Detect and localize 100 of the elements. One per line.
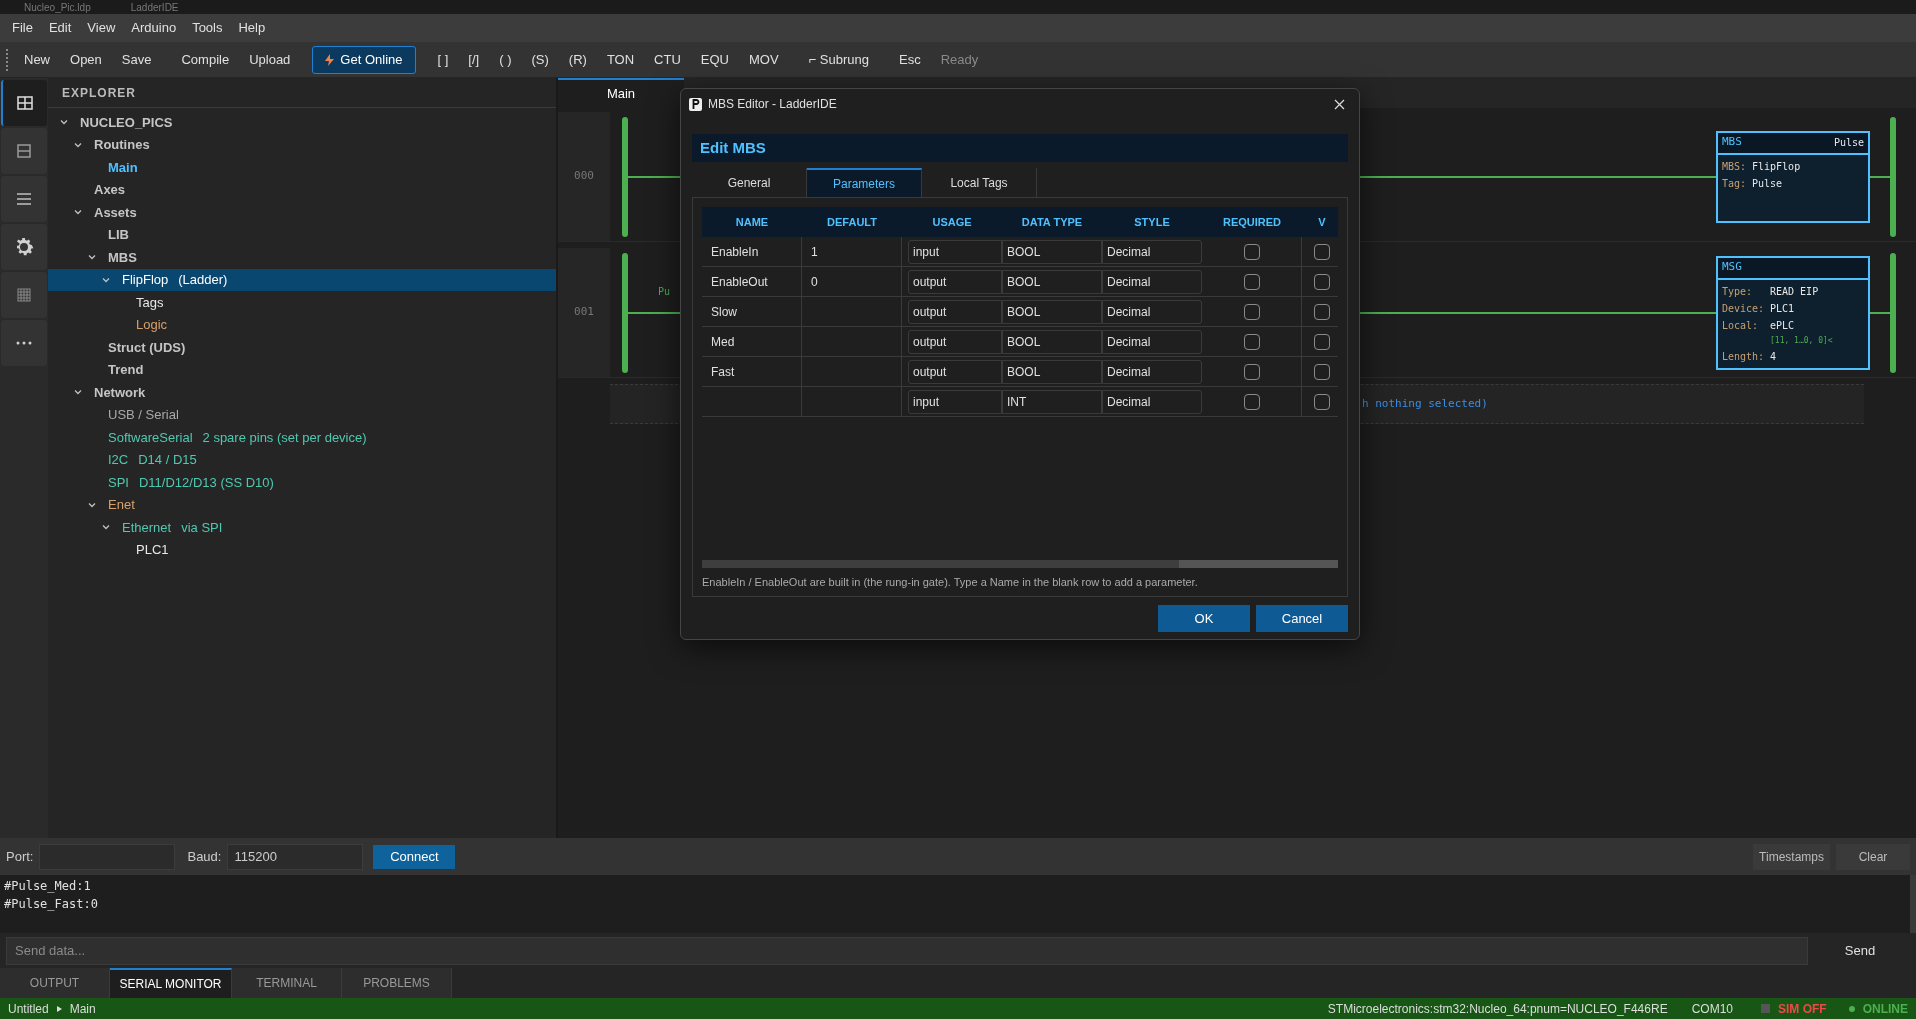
timestamps-button[interactable]: Timestamps — [1753, 843, 1830, 870]
tree-item[interactable]: LIB — [48, 223, 556, 246]
usage-field[interactable]: output — [908, 359, 1002, 384]
data-type-field[interactable]: BOOL — [1002, 359, 1102, 384]
toolbar-button[interactable]: (S) — [523, 45, 557, 74]
send-button[interactable]: Send — [1810, 936, 1910, 965]
checkbox[interactable] — [1243, 393, 1260, 410]
tree-item[interactable]: Struct (UDS) — [48, 336, 556, 359]
usage-field[interactable]: output — [908, 329, 1002, 354]
tree-item[interactable]: SPI D11/D12/D13 (SS D10) — [48, 471, 556, 494]
tree-item[interactable]: Network — [48, 381, 556, 404]
toolbar-button[interactable]: [ ] — [429, 45, 457, 74]
toolbar-button[interactable]: New — [16, 45, 58, 74]
data-type-field[interactable]: BOOL — [1002, 329, 1102, 354]
checkbox[interactable] — [1243, 273, 1260, 290]
baud-field[interactable]: 115200 — [227, 843, 364, 870]
tree-item[interactable]: Tags — [48, 291, 556, 314]
menu-item[interactable]: View — [79, 18, 124, 38]
panel-tab[interactable]: OUTPUT — [0, 968, 110, 998]
checkbox[interactable] — [1314, 333, 1330, 350]
style-field[interactable]: Decimal — [1102, 269, 1202, 294]
menu-item[interactable]: Arduino — [123, 18, 185, 38]
tree-item[interactable]: Main — [48, 156, 556, 179]
tree-label: Enet — [107, 496, 135, 514]
usage-field[interactable]: input — [908, 389, 1002, 414]
menu-item[interactable]: Edit — [40, 18, 80, 38]
panel-tab[interactable]: PROBLEMS — [342, 968, 452, 998]
toolbar-button[interactable]: ( ) — [491, 45, 520, 74]
menu-item[interactable]: File — [4, 18, 41, 38]
panel-tab[interactable]: SERIAL MONITOR — [110, 968, 232, 998]
sim-status: SIM OFF — [1778, 1000, 1827, 1018]
tree-item[interactable]: Trend — [48, 358, 556, 381]
tree-item[interactable]: SoftwareSerial 2 spare pins (set per device) — [48, 426, 556, 449]
tree-item[interactable]: Logic — [48, 313, 556, 336]
panel-tab[interactable]: TERMINAL — [232, 968, 342, 998]
instruction-block[interactable]: MBS Pulse MBS: FlipFlop Tag: Pulse — [1716, 130, 1870, 223]
tree-item[interactable]: MBS — [48, 246, 556, 269]
tree-item[interactable]: NUCLEO_PICS — [48, 111, 556, 134]
style-field[interactable]: Decimal — [1102, 359, 1202, 384]
data-type-field[interactable]: INT — [1002, 389, 1102, 414]
bolt-icon — [325, 53, 335, 66]
checkbox[interactable] — [1314, 273, 1330, 290]
toolbar-button[interactable]: [/] — [460, 45, 488, 74]
usage-field[interactable]: input — [908, 239, 1002, 264]
checkbox[interactable] — [1243, 333, 1260, 350]
connect-button[interactable]: Connect — [373, 844, 456, 869]
style-field[interactable]: Decimal — [1102, 389, 1202, 414]
rung-wire — [1870, 311, 1890, 314]
usage-field[interactable]: output — [908, 299, 1002, 324]
style-field[interactable]: Decimal — [1102, 299, 1202, 324]
tree-item[interactable]: FlipFlop (Ladder) — [48, 268, 556, 291]
usage-field[interactable]: output — [908, 269, 1002, 294]
toolbar-button[interactable]: Compile — [173, 45, 238, 74]
toolbar-button[interactable]: CTU — [646, 45, 689, 74]
toolbar-button[interactable]: ⌐ Subrung — [800, 45, 877, 74]
tree-item[interactable]: Axes — [48, 178, 556, 201]
activity-button[interactable] — [1, 224, 47, 270]
checkbox[interactable] — [1243, 303, 1260, 320]
tree-label: Trend — [107, 361, 144, 379]
toolbar-button[interactable]: Upload — [241, 45, 299, 74]
tree-item[interactable]: Ethernet via SPI — [48, 516, 556, 539]
checkbox[interactable] — [1314, 393, 1330, 410]
toolbar-button[interactable]: Esc — [890, 45, 929, 74]
activity-button[interactable] — [1, 80, 47, 126]
tree-item[interactable]: Enet — [48, 493, 556, 516]
tree-item[interactable]: Routines — [48, 133, 556, 156]
dialog-tab[interactable]: Parameters — [807, 168, 922, 197]
clear-button[interactable]: Clear — [1836, 843, 1910, 870]
toolbar-button[interactable]: (R) — [560, 45, 595, 74]
toolbar-button[interactable]: EQU — [692, 45, 737, 74]
tree-item[interactable]: Assets — [48, 201, 556, 224]
editor-tab[interactable]: Main — [558, 78, 684, 108]
tree-item[interactable]: USB / Serial — [48, 403, 556, 426]
data-type-field[interactable]: BOOL — [1002, 299, 1102, 324]
style-field[interactable]: Decimal — [1102, 329, 1202, 354]
checkbox[interactable] — [1314, 243, 1330, 260]
checkbox[interactable] — [1243, 243, 1260, 260]
toolbar-button[interactable]: Get Online — [312, 45, 416, 74]
menu-item[interactable]: Tools — [184, 18, 231, 38]
drop-hint: h nothing selected) — [1362, 395, 1488, 412]
style-field[interactable]: Decimal — [1102, 239, 1202, 264]
toolbar-button[interactable]: Open — [62, 45, 110, 74]
instruction-block[interactable]: MSG Type: READ EIP Device: PLC1 Local: ePLC [11, 1…0, 0]< Length: 4 — [1716, 255, 1870, 370]
menu-item[interactable]: Help — [230, 18, 274, 38]
send-field[interactable]: Send data... — [6, 936, 1808, 965]
checkbox[interactable] — [1314, 303, 1330, 320]
dialog-button[interactable]: Cancel — [1256, 605, 1348, 632]
checkbox[interactable] — [1243, 363, 1260, 380]
toolbar-button[interactable]: Save — [113, 45, 160, 74]
dialog-button[interactable]: OK — [1158, 605, 1250, 632]
tree-item[interactable]: I2C D14 / D15 — [48, 448, 556, 471]
data-type-field[interactable]: BOOL — [1002, 269, 1102, 294]
checkbox[interactable] — [1314, 363, 1330, 380]
data-type-field[interactable]: BOOL — [1002, 239, 1102, 264]
toolbar-button[interactable]: MOV — [741, 45, 787, 74]
toolbar-button[interactable]: TON — [598, 45, 643, 74]
tree-label: USB / Serial — [107, 406, 179, 424]
tree-item[interactable]: PLC1 — [48, 538, 556, 561]
activity-button[interactable] — [1, 176, 47, 222]
dialog-tab[interactable]: Local Tags — [922, 168, 1037, 197]
